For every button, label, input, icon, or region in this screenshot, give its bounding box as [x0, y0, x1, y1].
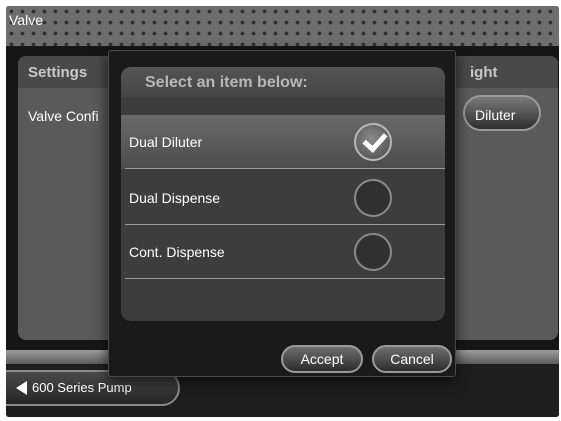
list-divider [125, 278, 445, 279]
option-list: Select an item below: Dual Diluter Dual … [121, 67, 445, 321]
list-divider [125, 168, 445, 169]
checkmark-icon [362, 127, 388, 153]
select-item-dialog: Select an item below: Dual Diluter Dual … [108, 50, 456, 377]
radio-unselected[interactable] [354, 179, 392, 217]
option-cont-dispense[interactable]: Cont. Dispense [121, 225, 445, 279]
radio-unselected[interactable] [354, 233, 392, 271]
dialog-header: Select an item below: [121, 67, 445, 97]
option-label: Cont. Dispense [129, 244, 225, 260]
title-bar: Valve [6, 6, 559, 46]
settings-panel-right-title: ight [470, 64, 498, 81]
back-arrow-icon [16, 381, 27, 395]
valve-config-value-label: Diluter [475, 107, 516, 123]
accept-button[interactable]: Accept [281, 345, 363, 373]
back-button-label: 600 Series Pump [32, 380, 132, 395]
option-label: Dual Diluter [129, 134, 203, 150]
settings-panel-title: Settings [28, 64, 88, 81]
cancel-button[interactable]: Cancel [372, 345, 452, 373]
radio-selected[interactable] [354, 123, 392, 161]
option-dual-dispense[interactable]: Dual Dispense [121, 171, 445, 225]
valve-config-label: Valve Confi [28, 108, 99, 124]
window-title: Valve [9, 12, 43, 28]
dialog-header-text: Select an item below: [145, 74, 308, 91]
option-dual-diluter[interactable]: Dual Diluter [121, 115, 445, 169]
option-label: Dual Dispense [129, 190, 221, 206]
valve-config-value-button[interactable]: Diluter [463, 95, 541, 131]
